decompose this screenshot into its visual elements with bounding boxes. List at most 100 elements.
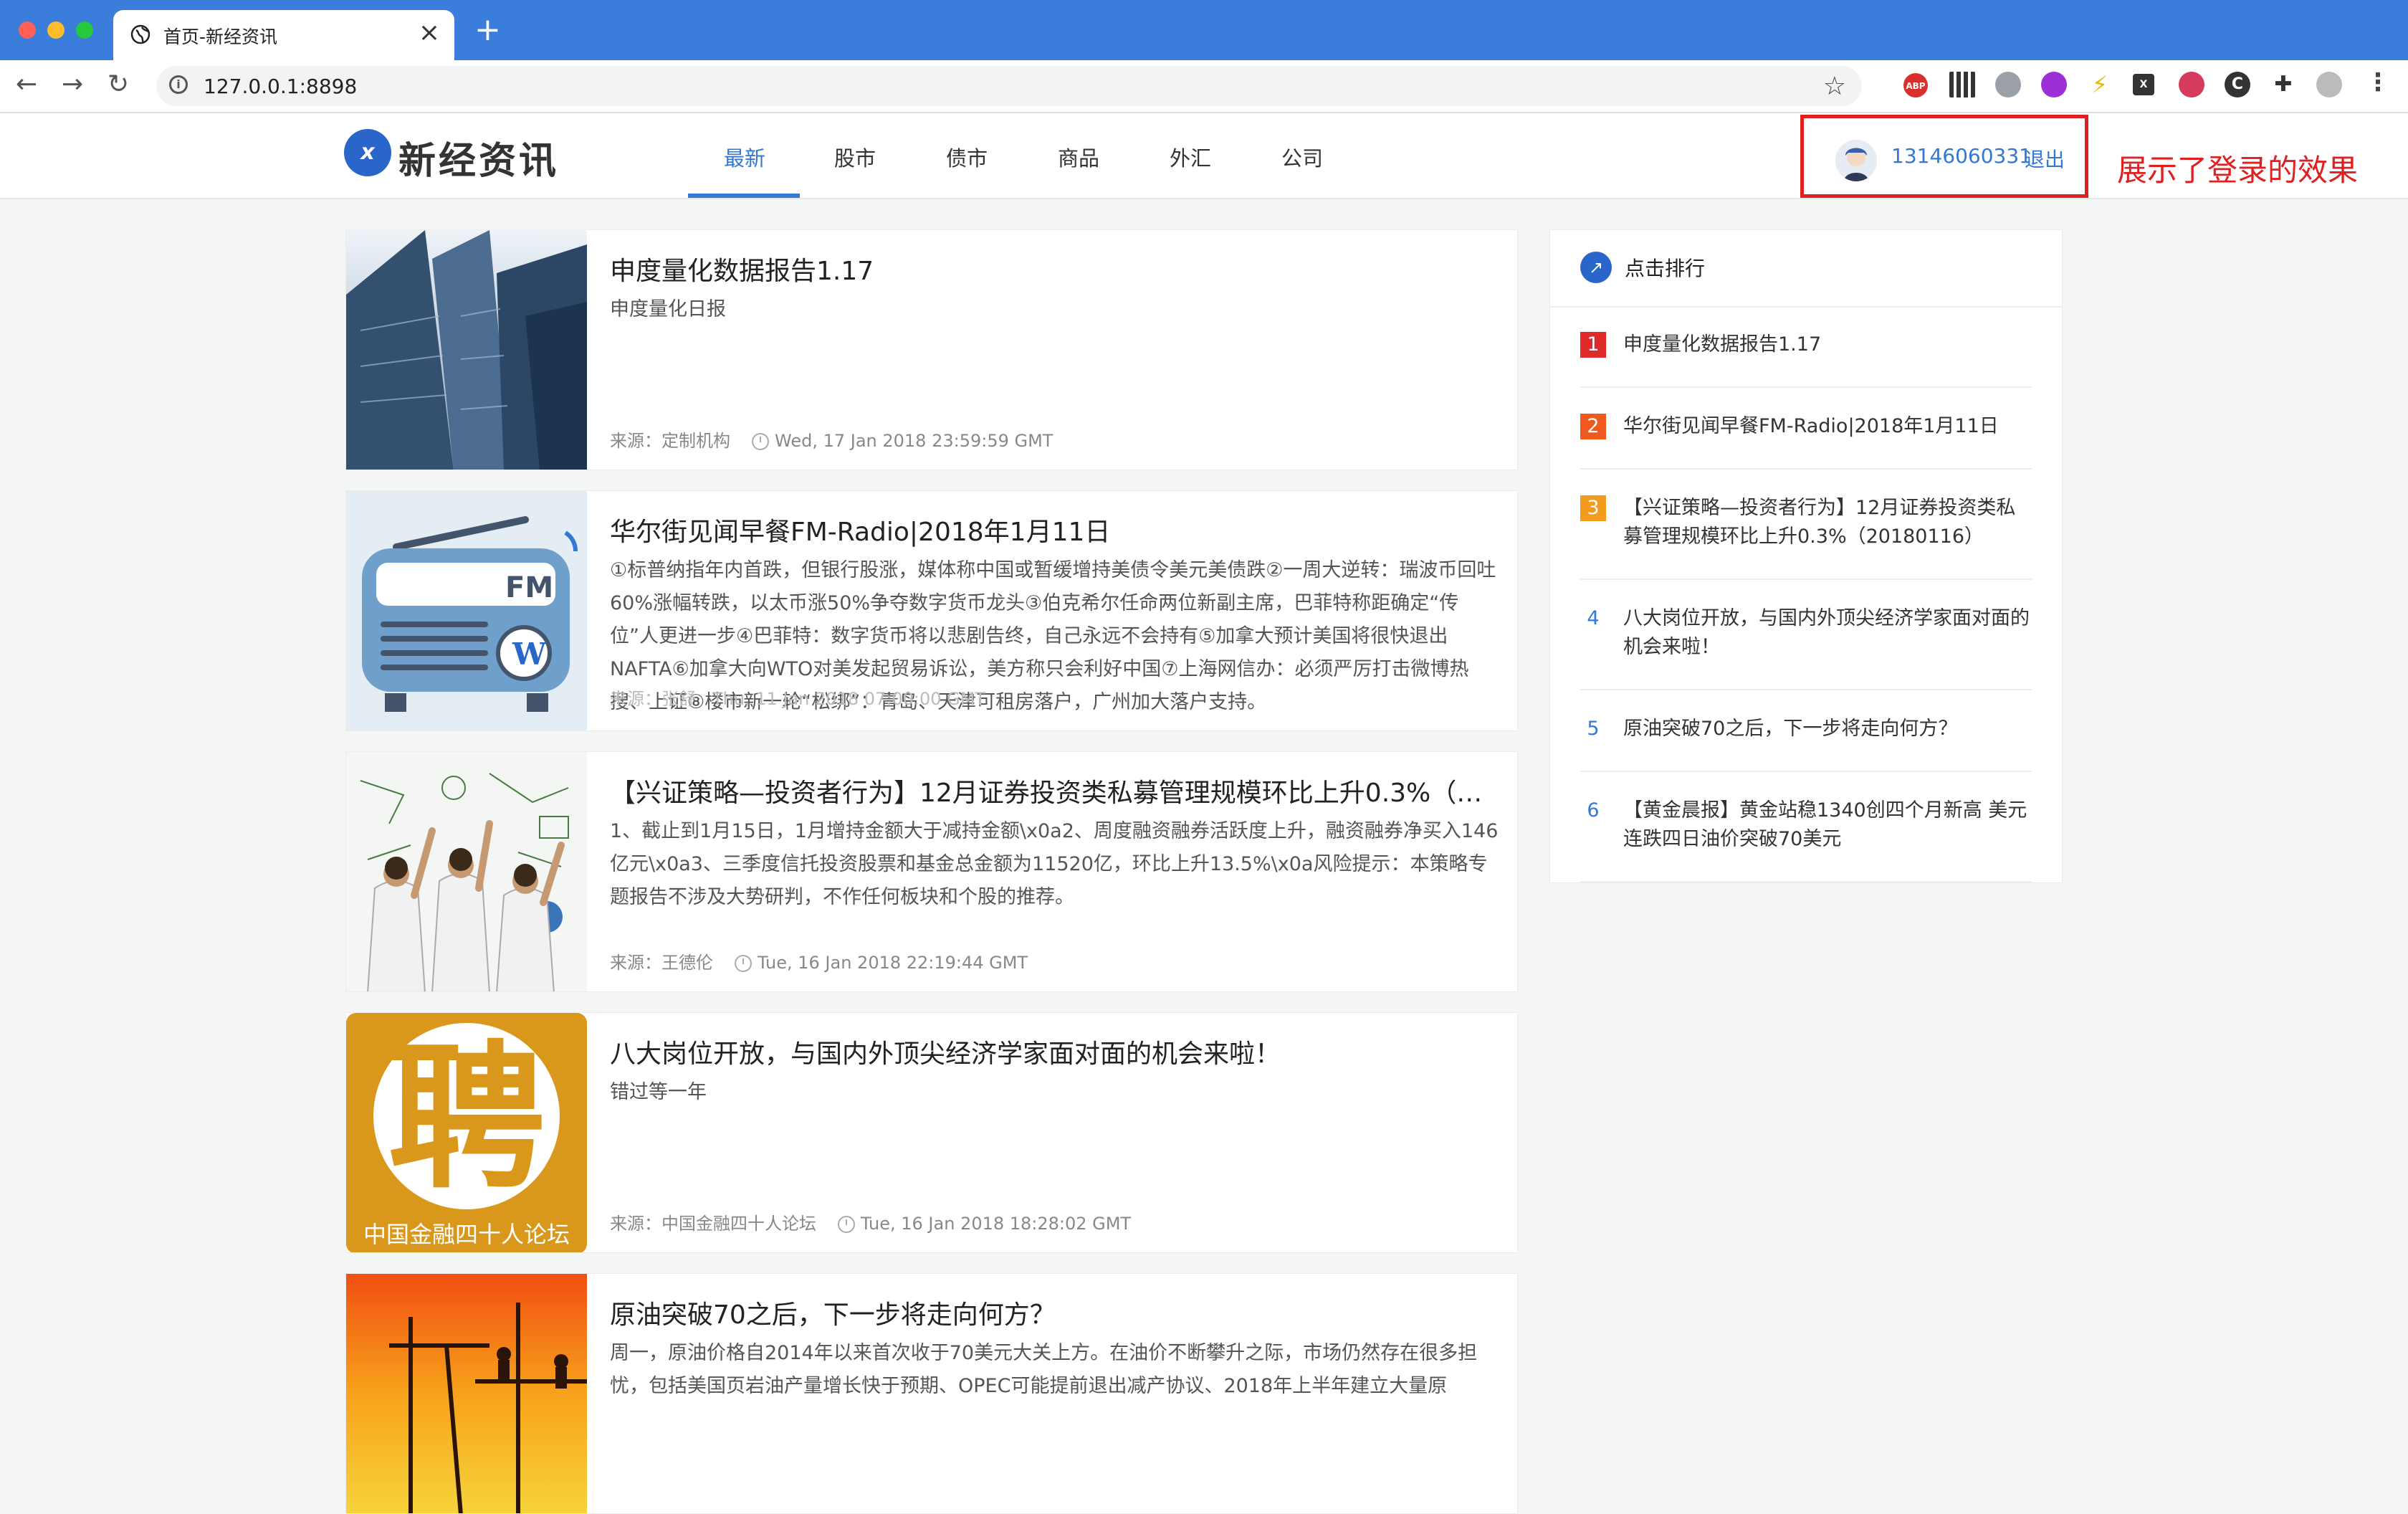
rank-number: 5 (1587, 718, 1600, 740)
article-title[interactable]: 原油突破70之后，下一步将走向何方？ (610, 1294, 1499, 1331)
article-source: 来源：张舒 (610, 689, 696, 709)
reload-icon[interactable]: ↻ (108, 70, 129, 99)
svg-text:FM: FM (505, 571, 553, 604)
close-tab-icon[interactable]: × (419, 17, 440, 49)
tab-title: 首页-新经资讯 (163, 27, 278, 47)
article-summary: 1、截止到1月15日，1月增持金额大于减持金额\x0a2、周度融资融券活跃度上升… (610, 820, 1499, 908)
article-title[interactable]: 华尔街见闻早餐FM-Radio|2018年1月11日 (610, 511, 1499, 548)
ranking-item[interactable]: 1 申度量化数据报告1.17 (1580, 306, 2032, 388)
article-card[interactable]: FM W 华尔街见闻早餐FM-Radio|2018年1月11日 ①标普纳指年内首… (345, 490, 1518, 731)
article-source: 来源：定制机构 (610, 431, 730, 451)
ranking-header: ↗ 点击排行 (1550, 230, 2062, 308)
adblock-icon[interactable]: ABP (1903, 73, 1928, 97)
article-meta: 来源：定制机构 Wed, 17 Jan 2018 23:59:59 GMT (610, 427, 1053, 452)
ranking-item[interactable]: 5 原油突破70之后，下一步将走向何方？ (1580, 690, 2032, 772)
article-title[interactable]: 八大岗位开放，与国内外顶尖经济学家面对面的机会来啦！ (610, 1033, 1499, 1070)
ranking-item[interactable]: 3 【兴证策略—投资者行为】12月证券投资类私募管理规模环比上升0.3%（201… (1580, 470, 2032, 580)
article-time: Tue, 16 Jan 2018 22:19:44 GMT (758, 953, 1028, 973)
nav-commodity[interactable]: 商品 (1058, 142, 1099, 172)
ranking-panel: ↗ 点击排行 1 申度量化数据报告1.17 2 华尔街见闻早餐FM-Radio|… (1549, 229, 2063, 883)
maximize-window-button[interactable] (76, 22, 93, 39)
article-summary: 错过等一年 (610, 1081, 707, 1103)
new-tab-button[interactable]: + (474, 13, 501, 47)
ranking-item[interactable]: 4 八大岗位开放，与国内外顶尖经济学家面对面的机会来啦！ (1580, 580, 2032, 690)
skyscraper-image[interactable] (346, 230, 587, 470)
article-card[interactable]: 申度量化数据报告1.17 申度量化日报 来源：定制机构 Wed, 17 Jan 2… (345, 229, 1518, 470)
globe-ext-icon[interactable] (1995, 72, 2021, 97)
radio-image[interactable]: FM W (346, 491, 587, 730)
rank-number: 1 (1580, 332, 1606, 358)
translate-icon[interactable] (2179, 72, 2204, 97)
logout-link[interactable]: 退出 (2025, 144, 2065, 173)
browser-tab-bar: 首页-新经资讯 × + (0, 0, 2408, 60)
rank-number: 3 (1580, 495, 1606, 521)
rank-title-link[interactable]: 八大岗位开放，与国内外顶尖经济学家面对面的机会来啦！ (1623, 604, 2032, 662)
x-ext-icon[interactable]: X (2133, 74, 2154, 95)
bookmark-star-icon[interactable]: ☆ (1823, 72, 1846, 101)
back-icon[interactable]: ← (16, 70, 37, 99)
article-time: Thu, 11 Jan 2018 07:00:00 GMT (712, 689, 986, 709)
purple-ext-icon[interactable] (2041, 72, 2067, 97)
ranking-item[interactable]: 2 华尔街见闻早餐FM-Radio|2018年1月11日 (1580, 388, 2032, 470)
ranking-item[interactable]: 6 【黄金晨报】黄金站稳1340创四个月新高 美元连跌四日油价突破70美元 (1580, 772, 2032, 882)
nav-stock[interactable]: 股市 (834, 142, 876, 172)
user-phone-link[interactable]: 13146060331 (1891, 144, 2032, 168)
whiteboard-image[interactable] (346, 752, 587, 991)
globe-icon (130, 24, 150, 44)
trend-up-icon: ↗ (1580, 252, 1612, 283)
url-text[interactable]: 127.0.0.1:8898 (204, 75, 357, 98)
article-source: 来源：王德伦 (610, 953, 713, 973)
article-card[interactable]: 【兴证策略—投资者行为】12月证券投资类私募管理规模环比上升0.3%（20180… (345, 751, 1518, 992)
qr-code-icon[interactable] (1949, 72, 1975, 97)
logo-text[interactable]: 新经资讯 (398, 130, 559, 184)
rank-title-link[interactable]: 华尔街见闻早餐FM-Radio|2018年1月11日 (1623, 412, 2032, 441)
article-title[interactable]: 【兴证策略—投资者行为】12月证券投资类私募管理规模环比上升0.3%（20180… (610, 772, 1499, 809)
logo-icon[interactable]: x (344, 129, 391, 176)
article-card[interactable]: 原油突破70之后，下一步将走向何方？ 周一，原油价格自2014年以来首次收于70… (345, 1273, 1518, 1514)
forward-icon[interactable]: → (62, 70, 83, 99)
recruit-image[interactable]: 聘 中国金融四十人论坛 (346, 1013, 587, 1252)
article-title[interactable]: 申度量化数据报告1.17 (610, 250, 1499, 287)
svg-text:W: W (512, 637, 547, 672)
nav-forex[interactable]: 外汇 (1170, 142, 1211, 172)
article-time: Tue, 16 Jan 2018 18:28:02 GMT (861, 1214, 1132, 1234)
user-login-box: 13146060331 退出 (1800, 115, 2088, 198)
menu-icon[interactable]: ⋮ (2365, 70, 2391, 97)
c-ext-icon[interactable]: C (2225, 72, 2250, 97)
article-time: Wed, 17 Jan 2018 23:59:59 GMT (775, 431, 1054, 451)
recruit-character: 聘 (387, 1024, 545, 1210)
rank-title-link[interactable]: 申度量化数据报告1.17 (1623, 330, 2032, 359)
article-summary: 周一，原油价格自2014年以来首次收于70美元大关上方。在油价不断攀升之际，市场… (610, 1342, 1478, 1397)
profile-icon[interactable] (2316, 72, 2342, 97)
rank-number: 4 (1587, 607, 1600, 629)
address-bar[interactable]: i 127.0.0.1:8898 ☆ (156, 66, 1862, 106)
article-meta: 来源：中国金融四十人论坛 Tue, 16 Jan 2018 18:28:02 GM… (610, 1209, 1131, 1234)
nav-bond[interactable]: 债市 (946, 142, 988, 172)
recruit-caption: 中国金融四十人论坛 (363, 1221, 570, 1248)
puzzle-icon[interactable]: ✚ (2270, 72, 2296, 97)
nav-latest[interactable]: 最新 (724, 142, 765, 172)
user-avatar[interactable] (1835, 140, 1877, 181)
oil-rig-image[interactable] (346, 1274, 587, 1513)
browser-tab[interactable]: 首页-新经资讯 × (113, 10, 454, 60)
article-meta: 来源：张舒 Thu, 11 Jan 2018 07:00:00 GMT (610, 685, 985, 710)
close-window-button[interactable] (19, 22, 36, 39)
article-source: 来源：中国金融四十人论坛 (610, 1214, 816, 1234)
rank-number: 6 (1587, 799, 1600, 822)
rank-title-link[interactable]: 原油突破70之后，下一步将走向何方？ (1623, 715, 2032, 743)
rank-title-link[interactable]: 【兴证策略—投资者行为】12月证券投资类私募管理规模环比上升0.3%（20180… (1623, 494, 2032, 551)
rank-title-link[interactable]: 【黄金晨报】黄金站稳1340创四个月新高 美元连跌四日油价突破70美元 (1623, 796, 2032, 854)
clock-icon (838, 1216, 855, 1233)
nav-company[interactable]: 公司 (1281, 142, 1323, 172)
clock-icon (735, 955, 752, 972)
rank-number: 2 (1580, 414, 1606, 439)
article-card[interactable]: 聘 中国金融四十人论坛 八大岗位开放，与国内外顶尖经济学家面对面的机会来啦！ 错… (345, 1012, 1518, 1253)
lightning-icon[interactable]: ⚡ (2087, 72, 2113, 97)
clock-icon (752, 433, 769, 450)
active-nav-indicator (688, 194, 800, 198)
article-meta: 来源：王德伦 Tue, 16 Jan 2018 22:19:44 GMT (610, 948, 1028, 973)
minimize-window-button[interactable] (47, 22, 64, 39)
article-summary: 申度量化日报 (610, 298, 726, 320)
ranking-title: 点击排行 (1625, 257, 1706, 280)
site-info-icon[interactable]: i (169, 75, 188, 94)
